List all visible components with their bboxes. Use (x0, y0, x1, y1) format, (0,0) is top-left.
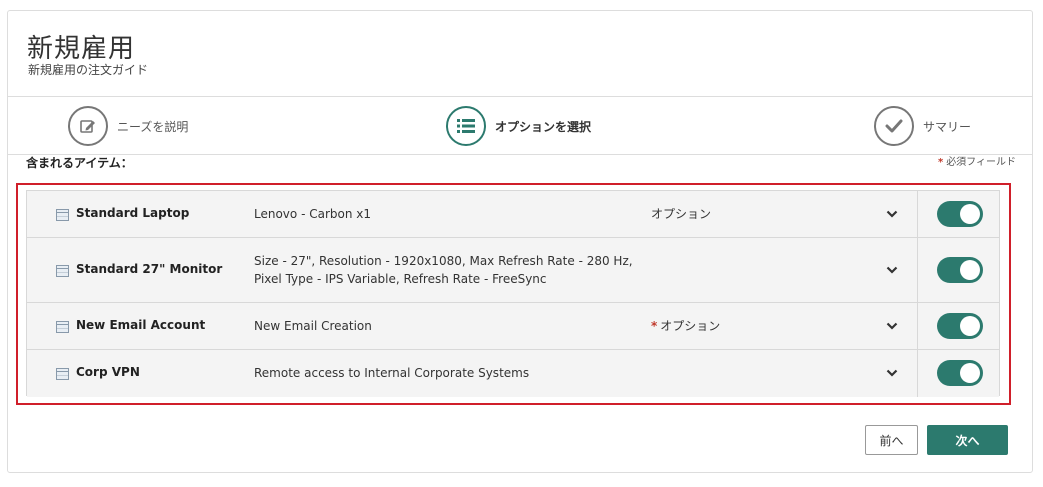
item-description: Remote access to Internal Corporate Syst… (254, 366, 530, 380)
item-description: Size - 27", Resolution - 1920x1080, Max … (254, 254, 633, 286)
item-name: New Email Account (76, 318, 206, 332)
item-row-standard-monitor: Standard 27" Monitor Size - 27", Resolut… (27, 238, 999, 303)
toggle-knob (960, 363, 980, 383)
list-icon (446, 106, 486, 146)
item-description: Lenovo - Carbon x1 (254, 207, 371, 221)
item-row-corp-vpn: Corp VPN Remote access to Internal Corpo… (27, 350, 999, 397)
chevron-down-icon[interactable] (882, 316, 902, 336)
step-label: ニーズを説明 (117, 119, 189, 134)
item-name: Corp VPN (76, 365, 140, 379)
required-star: * (937, 157, 944, 168)
required-note-text: 必須フィールド (946, 157, 1016, 168)
item-option-link[interactable]: * オプション (651, 317, 720, 334)
checkmark-icon (874, 106, 914, 146)
item-toggle[interactable] (937, 313, 983, 339)
required-fields-note: * 必須フィールド (938, 153, 1016, 168)
toggle-cell (917, 238, 1001, 302)
chevron-down-icon[interactable] (882, 204, 902, 224)
item-icon (56, 265, 69, 277)
item-toggle[interactable] (937, 257, 983, 283)
page-title: 新規雇用 (27, 34, 136, 64)
step-select-options[interactable]: オプションを選択 (446, 104, 591, 148)
chevron-down-icon[interactable] (882, 363, 902, 383)
toggle-knob (960, 204, 980, 224)
item-icon (56, 321, 69, 333)
toggle-cell (917, 191, 1001, 237)
option-label: オプション (660, 319, 721, 333)
item-row-new-email-account: New Email Account New Email Creation * オプ… (27, 303, 999, 350)
item-toggle[interactable] (937, 360, 983, 386)
item-row-standard-laptop: Standard Laptop Lenovo - Carbon x1 オプション (27, 191, 999, 238)
chevron-down-icon[interactable] (882, 260, 902, 280)
next-button[interactable]: 次へ (927, 425, 1008, 455)
item-description: New Email Creation (254, 319, 372, 333)
item-icon (56, 209, 69, 221)
step-summary[interactable]: サマリー (874, 104, 971, 148)
item-name: Standard 27" Monitor (76, 262, 223, 276)
step-label: オプションを選択 (495, 119, 592, 134)
page-subtitle: 新規雇用の注文ガイド (28, 63, 149, 77)
items-table: Standard Laptop Lenovo - Carbon x1 オプション… (26, 190, 1000, 397)
item-name: Standard Laptop (76, 206, 190, 220)
divider (8, 96, 1032, 97)
step-label: サマリー (923, 119, 972, 134)
previous-button[interactable]: 前へ (865, 425, 918, 455)
required-star: * (651, 319, 658, 333)
item-icon (56, 368, 69, 380)
toggle-cell (917, 303, 1001, 349)
divider (8, 154, 1032, 155)
edit-icon (68, 106, 108, 146)
toggle-knob (960, 260, 980, 280)
included-items-label: 含まれるアイテム： (26, 156, 133, 170)
item-option-link[interactable]: オプション (651, 205, 711, 222)
item-toggle[interactable] (937, 201, 983, 227)
step-describe-needs[interactable]: ニーズを説明 (68, 104, 188, 148)
toggle-cell (917, 350, 1001, 397)
toggle-knob (960, 316, 980, 336)
